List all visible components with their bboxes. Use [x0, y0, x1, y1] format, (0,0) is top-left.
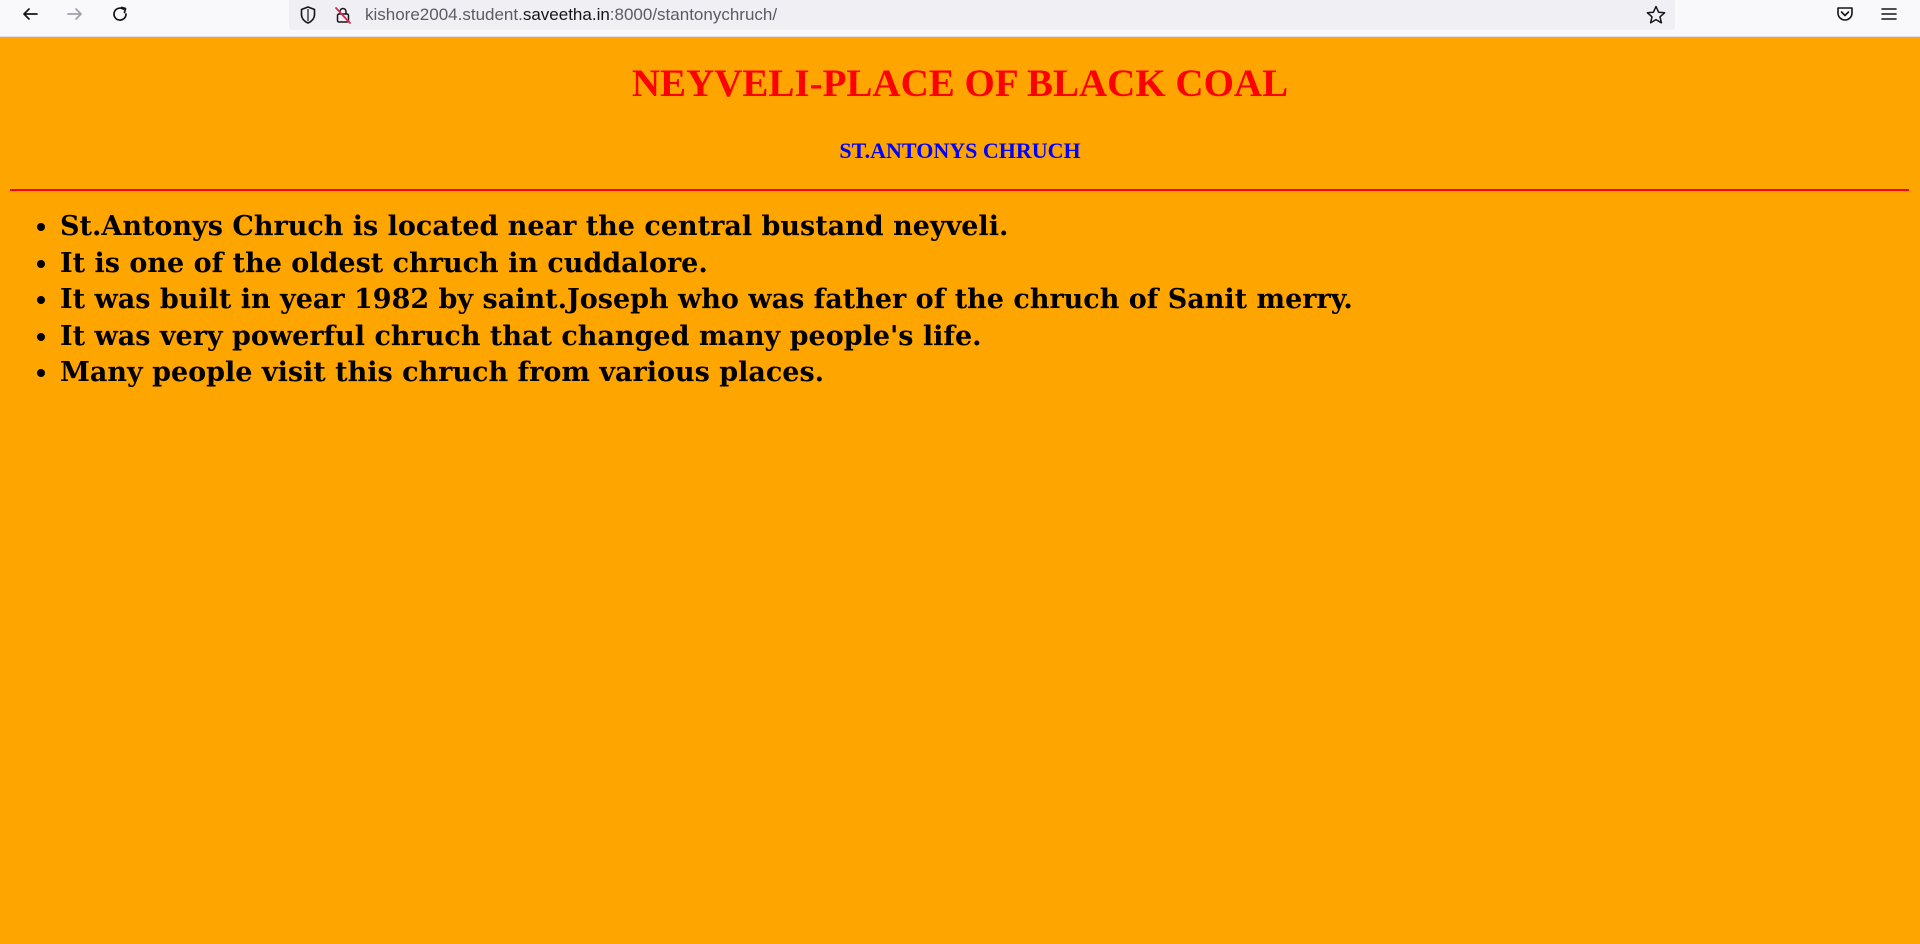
pocket-button[interactable]	[1829, 0, 1861, 28]
reload-icon	[113, 6, 127, 21]
page-content: NEYVELI-PLACE OF BLACK COAL ST.ANTONYS C…	[0, 37, 1920, 944]
divider	[10, 189, 1909, 191]
list-item: It was built in year 1982 by saint.Josep…	[60, 282, 1353, 319]
list-item: Many people visit this chruch from vario…	[60, 355, 1353, 392]
forward-button[interactable]	[59, 0, 91, 28]
url-suffix: :8000/stantonychruch/	[609, 5, 778, 24]
url-prefix: kishore2004.student.	[365, 5, 523, 24]
back-button[interactable]	[14, 0, 46, 28]
facts-list: St.Antonys Chruch is located near the ce…	[0, 209, 1353, 392]
url-bar[interactable]: kishore2004.student.saveetha.in:8000/sta…	[289, 0, 1675, 30]
shield-icon[interactable]	[296, 3, 320, 27]
star-icon[interactable]	[1644, 3, 1668, 27]
back-arrow-icon	[23, 8, 38, 20]
url-host: saveetha.in	[522, 5, 610, 24]
page-subtitle: ST.ANTONYS CHRUCH	[839, 138, 1081, 163]
browser-toolbar: kishore2004.student.saveetha.in:8000/sta…	[0, 0, 1920, 37]
url-text[interactable]: kishore2004.student.saveetha.in:8000/sta…	[365, 5, 777, 25]
insecure-lock-icon[interactable]	[331, 3, 355, 27]
menu-button[interactable]	[1873, 0, 1905, 28]
list-item: It is one of the oldest chruch in cuddal…	[60, 246, 1353, 283]
reload-button[interactable]	[104, 0, 136, 28]
list-item: It was very powerful chruch that changed…	[60, 319, 1353, 356]
list-item: St.Antonys Chruch is located near the ce…	[60, 209, 1353, 246]
forward-arrow-icon	[67, 8, 82, 20]
hamburger-menu-icon	[1881, 8, 1897, 20]
page-title: NEYVELI-PLACE OF BLACK COAL	[631, 62, 1289, 105]
pocket-icon	[1837, 7, 1853, 21]
